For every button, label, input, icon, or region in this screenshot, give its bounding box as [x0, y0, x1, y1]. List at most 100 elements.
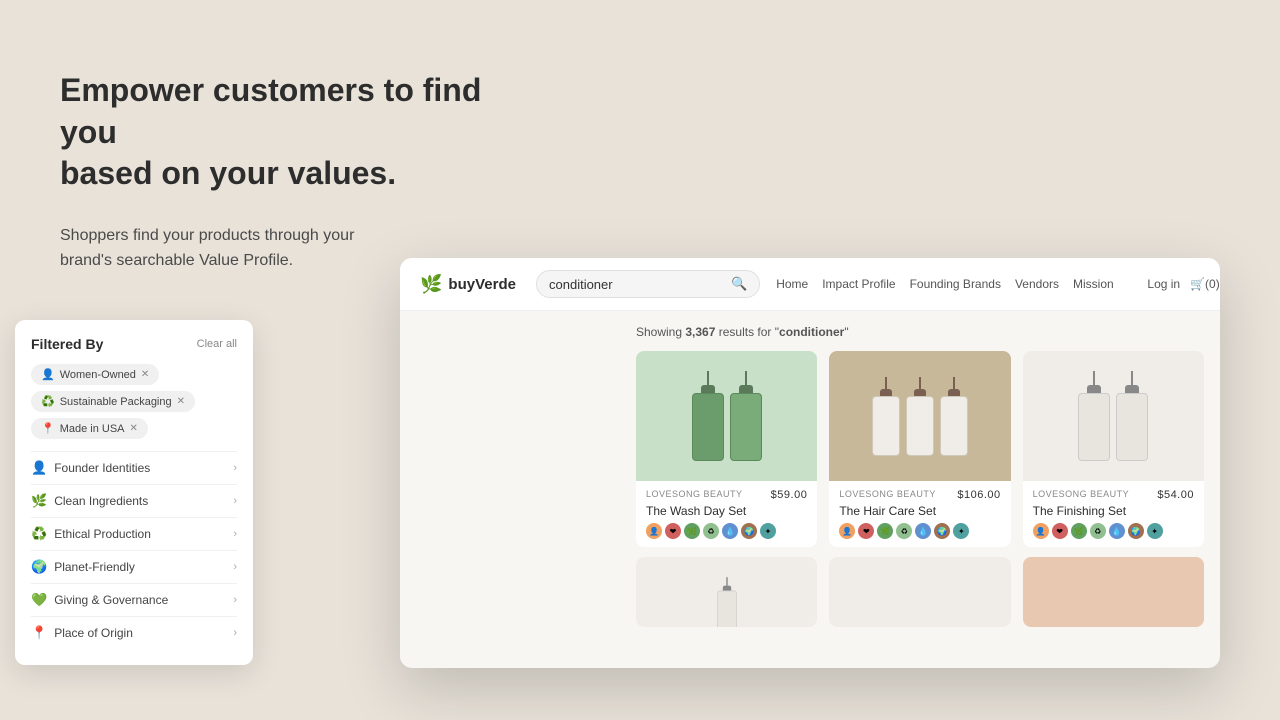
filter-label: Place of Origin	[54, 626, 133, 640]
search-input[interactable]	[549, 277, 725, 292]
filter-tags: 👤 Women-Owned ✕ ♻️ Sustainable Packaging…	[31, 364, 237, 439]
filter-label: Founder Identities	[54, 461, 150, 475]
filter-planet-friendly[interactable]: 🌍 Planet-Friendly ›	[31, 550, 237, 583]
remove-tag-button[interactable]: ✕	[177, 396, 185, 407]
remove-tag-button[interactable]: ✕	[130, 423, 138, 434]
price-3: $54.00	[1157, 489, 1194, 501]
badges-1: 👤 ❤ 🌿 ♻ 💧 🌍 ✦	[646, 523, 807, 539]
badge: 🌿	[684, 523, 700, 539]
brand-2: LOVESONG BEAUTY	[839, 489, 936, 501]
badge: 👤	[839, 523, 855, 539]
filter-panel: Filtered By Clear all 👤 Women-Owned ✕ ♻️…	[15, 320, 253, 665]
sidebar	[400, 311, 620, 663]
badges-2: 👤 ❤ 🌿 ♻ 💧 🌍 ✦	[839, 523, 1000, 539]
price-1: $59.00	[771, 489, 808, 501]
product-info-1: LOVESONG BEAUTY $59.00 The Wash Day Set …	[636, 481, 817, 547]
clean-icon: 🌿	[31, 493, 47, 509]
badge: 🌿	[1071, 523, 1087, 539]
badge: ♻	[896, 523, 912, 539]
nav-impact[interactable]: Impact Profile	[822, 277, 895, 291]
giving-icon: 💚	[31, 592, 47, 608]
second-row	[636, 557, 1204, 627]
chevron-icon: ›	[233, 561, 237, 573]
brand-3: LOVESONG BEAUTY	[1033, 489, 1130, 501]
women-owned-icon: 👤	[41, 368, 55, 381]
planet-icon: 🌍	[31, 559, 47, 575]
filter-header: Filtered By Clear all	[31, 336, 237, 352]
founder-icon: 👤	[31, 460, 47, 476]
badge: 💧	[1109, 523, 1125, 539]
product-name-2: The Hair Care Set	[839, 504, 1000, 518]
badge: ♻	[703, 523, 719, 539]
nav-bar: 🌿 buyVerde 🔍 Home Impact Profile Foundin…	[400, 258, 1220, 311]
product-card[interactable]: LOVESONG BEAUTY $54.00 The Finishing Set…	[1023, 351, 1204, 547]
partial-image	[1023, 557, 1204, 627]
nav-links: Home Impact Profile Founding Brands Vend…	[776, 277, 1114, 291]
tag-label: Sustainable Packaging	[60, 396, 172, 408]
chevron-icon: ›	[233, 495, 237, 507]
filter-tag-women-owned[interactable]: 👤 Women-Owned ✕	[31, 364, 159, 385]
product-name-1: The Wash Day Set	[646, 504, 807, 518]
login-link[interactable]: Log in	[1147, 277, 1180, 291]
filter-founder-identities[interactable]: 👤 Founder Identities ›	[31, 451, 237, 484]
nav-mission[interactable]: Mission	[1073, 277, 1114, 291]
filter-label: Clean Ingredients	[54, 494, 148, 508]
filter-place-of-origin[interactable]: 📍 Place of Origin ›	[31, 616, 237, 649]
usa-icon: 📍	[41, 422, 55, 435]
chevron-icon: ›	[233, 627, 237, 639]
clear-all-button[interactable]: Clear all	[197, 338, 237, 350]
badge: 👤	[1033, 523, 1049, 539]
results-count: 3,367	[685, 325, 715, 339]
filter-title: Filtered By	[31, 336, 103, 352]
filter-giving-governance[interactable]: 💚 Giving & Governance ›	[31, 583, 237, 616]
product-info-3: LOVESONG BEAUTY $54.00 The Finishing Set…	[1023, 481, 1204, 547]
nav-vendors[interactable]: Vendors	[1015, 277, 1059, 291]
badge: ❤	[1052, 523, 1068, 539]
filter-label: Ethical Production	[54, 527, 151, 541]
tag-label: Made in USA	[60, 423, 125, 435]
partial-product-card	[829, 557, 1010, 627]
badge: ♻	[1090, 523, 1106, 539]
results-query: conditioner	[779, 325, 844, 339]
product-image-2	[829, 351, 1010, 481]
badge: ❤	[858, 523, 874, 539]
chevron-icon: ›	[233, 594, 237, 606]
badge: ❤	[665, 523, 681, 539]
products-grid: LOVESONG BEAUTY $59.00 The Wash Day Set …	[636, 351, 1204, 547]
browser-body: Showing 3,367 results for "conditioner"	[400, 311, 1220, 663]
product-info-2: LOVESONG BEAUTY $106.00 The Hair Care Se…	[829, 481, 1010, 547]
partial-image	[829, 557, 1010, 627]
logo[interactable]: 🌿 buyVerde	[420, 274, 520, 295]
badge: 🌍	[934, 523, 950, 539]
badge: 💧	[722, 523, 738, 539]
filter-tag-sustainable[interactable]: ♻️ Sustainable Packaging ✕	[31, 391, 195, 412]
search-icon: 🔍	[731, 276, 747, 292]
filter-ethical-production[interactable]: ♻️ Ethical Production ›	[31, 517, 237, 550]
filter-label: Planet-Friendly	[54, 560, 135, 574]
partial-image	[636, 557, 817, 627]
nav-home[interactable]: Home	[776, 277, 808, 291]
badge: 💧	[915, 523, 931, 539]
filter-tag-usa[interactable]: 📍 Made in USA ✕	[31, 418, 148, 439]
badge: 🌿	[877, 523, 893, 539]
remove-tag-button[interactable]: ✕	[141, 369, 149, 380]
partial-product-card	[636, 557, 817, 627]
chevron-icon: ›	[233, 462, 237, 474]
cart-icon[interactable]: 🛒(0)	[1190, 277, 1220, 291]
product-card[interactable]: LOVESONG BEAUTY $106.00 The Hair Care Se…	[829, 351, 1010, 547]
nav-founding[interactable]: Founding Brands	[910, 277, 1001, 291]
ethical-icon: ♻️	[31, 526, 47, 542]
logo-text: buyVerde	[448, 276, 516, 293]
nav-actions: Log in 🛒(0)	[1130, 277, 1220, 291]
logo-icon: 🌿	[420, 274, 442, 295]
badges-3: 👤 ❤ 🌿 ♻ 💧 🌍 ✦	[1033, 523, 1194, 539]
price-2: $106.00	[957, 489, 1000, 501]
chevron-icon: ›	[233, 528, 237, 540]
product-card[interactable]: LOVESONG BEAUTY $59.00 The Wash Day Set …	[636, 351, 817, 547]
partial-product-card	[1023, 557, 1204, 627]
filter-clean-ingredients[interactable]: 🌿 Clean Ingredients ›	[31, 484, 237, 517]
product-image-1	[636, 351, 817, 481]
hero-content: Empower customers to find youbased on yo…	[60, 70, 510, 274]
origin-icon: 📍	[31, 625, 47, 641]
search-bar[interactable]: 🔍	[536, 270, 760, 298]
